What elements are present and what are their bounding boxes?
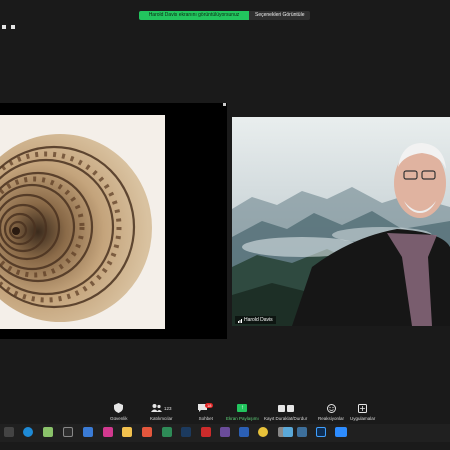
app-icon[interactable] bbox=[220, 427, 230, 437]
taskbar-edge bbox=[0, 442, 450, 450]
taskbar bbox=[0, 424, 450, 442]
sharing-status-label: Harold Davis ekranını görüntülüyorsunuz bbox=[139, 11, 249, 20]
smiley-icon bbox=[326, 403, 336, 413]
reactions-label: Reaksiyonlar bbox=[318, 416, 345, 421]
terminal-icon[interactable] bbox=[63, 427, 73, 437]
people-icon bbox=[151, 404, 162, 412]
record-label: Kayıt Duraklat/Durdur bbox=[264, 416, 308, 421]
apps-label: Uygulamalar bbox=[350, 416, 376, 421]
pdf-icon[interactable] bbox=[142, 427, 152, 437]
task-view-icon[interactable] bbox=[4, 427, 14, 437]
reaction-icon-wrap bbox=[326, 402, 336, 414]
share-icon-wrap: ↑ bbox=[237, 402, 248, 414]
participant-name: Harold Davis bbox=[244, 317, 273, 323]
stop-icon[interactable] bbox=[286, 404, 294, 412]
info-icon[interactable] bbox=[2, 25, 6, 29]
apps-button[interactable]: Uygulamalar bbox=[350, 402, 375, 421]
apps-icon bbox=[358, 403, 368, 413]
reactions-button[interactable]: Reaksiyonlar bbox=[318, 402, 344, 421]
participants-label: Katılımcılar bbox=[150, 416, 173, 421]
splitter-handle[interactable] bbox=[223, 103, 226, 106]
participant-name-tag: Harold Davis bbox=[235, 316, 276, 324]
video-feed bbox=[232, 117, 450, 326]
excel-icon[interactable] bbox=[162, 427, 172, 437]
share-screen-button[interactable]: ↑ Ekran Paylaşımı bbox=[226, 402, 259, 421]
share-screen-label: Ekran Paylaşımı bbox=[226, 416, 259, 421]
mic-signal-icon bbox=[238, 318, 242, 323]
folder-icon[interactable] bbox=[122, 427, 132, 437]
record-icons bbox=[277, 402, 294, 414]
word-icon[interactable] bbox=[239, 427, 249, 437]
edge-icon[interactable] bbox=[23, 427, 33, 437]
chat-badge: 18 bbox=[205, 402, 214, 408]
chat-icon-wrap: 18 bbox=[198, 402, 214, 414]
chat-button[interactable]: 18 Sohbet bbox=[198, 402, 214, 421]
record-button[interactable]: Kayıt Duraklat/Durdur bbox=[264, 402, 307, 421]
window-controls bbox=[2, 25, 15, 29]
security-label: Güvenlik bbox=[110, 416, 128, 421]
security-button[interactable]: Güvenlik bbox=[110, 402, 128, 421]
shell-image bbox=[0, 115, 165, 329]
acrobat-icon[interactable] bbox=[201, 427, 211, 437]
apps-icon-wrap bbox=[358, 402, 368, 414]
photoshop-icon[interactable] bbox=[316, 427, 326, 437]
lightroom-icon[interactable] bbox=[181, 427, 191, 437]
zoom-icon[interactable] bbox=[335, 427, 347, 437]
participants-icon-wrap: 123 bbox=[151, 402, 172, 414]
participants-button[interactable]: 123 Katılımcılar bbox=[150, 402, 173, 421]
shared-screen bbox=[0, 103, 227, 339]
shield-icon[interactable] bbox=[11, 25, 15, 29]
network-icon[interactable] bbox=[297, 427, 307, 437]
participant-video: Harold Davis bbox=[232, 117, 450, 326]
store-icon[interactable] bbox=[43, 427, 53, 437]
mail-icon[interactable] bbox=[83, 427, 93, 437]
participants-count: 123 bbox=[164, 405, 172, 411]
screen-share-banner: Harold Davis ekranını görüntülüyorsunuz … bbox=[139, 11, 310, 20]
chat-label: Sohbet bbox=[198, 416, 213, 421]
pause-icon[interactable] bbox=[277, 404, 285, 412]
meeting-toolbar: Güvenlik 123 Katılımcılar 18 Sohbet ↑ Ek… bbox=[0, 402, 450, 424]
chrome-icon[interactable] bbox=[258, 427, 268, 437]
shield-icon bbox=[114, 402, 124, 414]
share-arrow-icon: ↑ bbox=[237, 404, 248, 412]
media-icon[interactable] bbox=[283, 427, 293, 437]
view-options-button[interactable]: Seçenekleri Görüntüle bbox=[249, 11, 310, 20]
photos-icon[interactable] bbox=[103, 427, 113, 437]
